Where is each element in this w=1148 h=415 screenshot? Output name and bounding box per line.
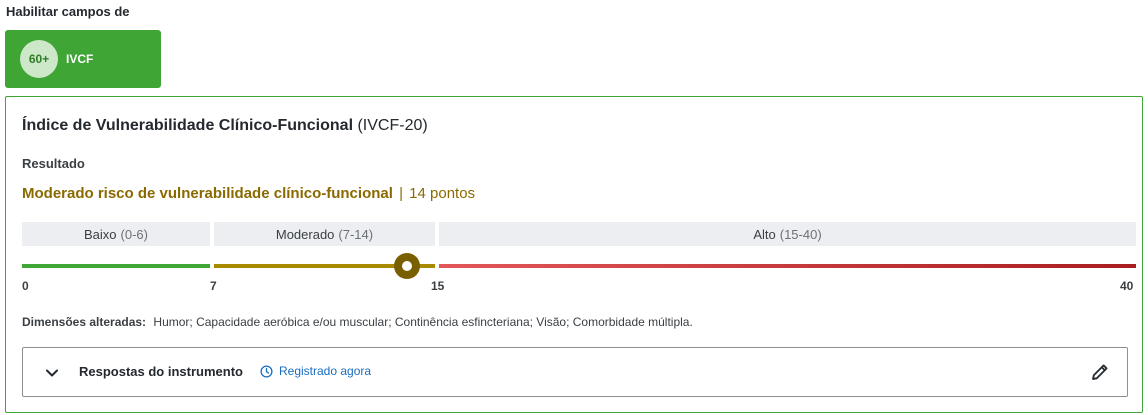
scale-bar-high [439,264,1136,268]
range-moderate-label: Moderado [275,226,335,242]
result-points: 14 pontos [409,185,476,202]
range-high: Alto (15-40) [439,222,1136,246]
score-marker [394,253,421,279]
age-60-badge: 60+ [20,40,58,78]
tick-15: 15 [431,279,445,293]
ivcf-toggle-label: IVCF [66,52,94,66]
ivcf-result-card: Índice de Vulnerabilidade Clínico-Funcio… [5,96,1143,413]
altered-dimensions-label: Dimensões alteradas: [22,315,147,329]
tick-0: 0 [22,279,29,293]
chevron-down-icon[interactable] [43,364,61,382]
result-classification: Moderado risco de vulnerabilidade clínic… [22,185,393,202]
pencil-icon[interactable] [1089,361,1111,383]
result-label: Resultado [22,156,85,171]
range-moderate-value: (7-14) [338,226,374,242]
result-separator: | [399,185,403,202]
tick-7: 7 [210,279,217,293]
range-low: Baixo (0-6) [22,222,210,246]
tick-40: 40 [1120,279,1134,293]
range-high-label: Alto [753,226,776,242]
range-high-value: (15-40) [779,226,822,242]
registered-status-label: Registrado agora [279,364,372,378]
enable-fields-label: Habilitar campos de [6,4,130,19]
ivcf-toggle-button[interactable]: 60+ IVCF [5,30,161,88]
altered-dimensions-value: Humor; Capacidade aeróbica e/ou muscular… [153,315,693,329]
clock-icon [260,364,273,378]
range-moderate: Moderado (7-14) [214,222,435,246]
scale-bar-low [22,264,210,268]
instrument-responses-title[interactable]: Respostas do instrumento [79,364,243,379]
card-title-suffix: (IVCF-20) [357,117,428,134]
result-summary: Moderado risco de vulnerabilidade clínic… [22,185,475,202]
range-low-value: (0-6) [120,226,148,242]
score-marker-dot [402,261,413,271]
altered-dimensions: Dimensões alteradas: Humor; Capacidade a… [22,315,693,329]
instrument-responses-panel: Respostas do instrumento Registrado agor… [22,347,1128,397]
card-title: Índice de Vulnerabilidade Clínico-Funcio… [22,117,428,135]
range-low-label: Baixo [84,226,117,242]
registered-status: Registrado agora [260,364,371,378]
card-title-main: Índice de Vulnerabilidade Clínico-Funcio… [22,117,354,134]
